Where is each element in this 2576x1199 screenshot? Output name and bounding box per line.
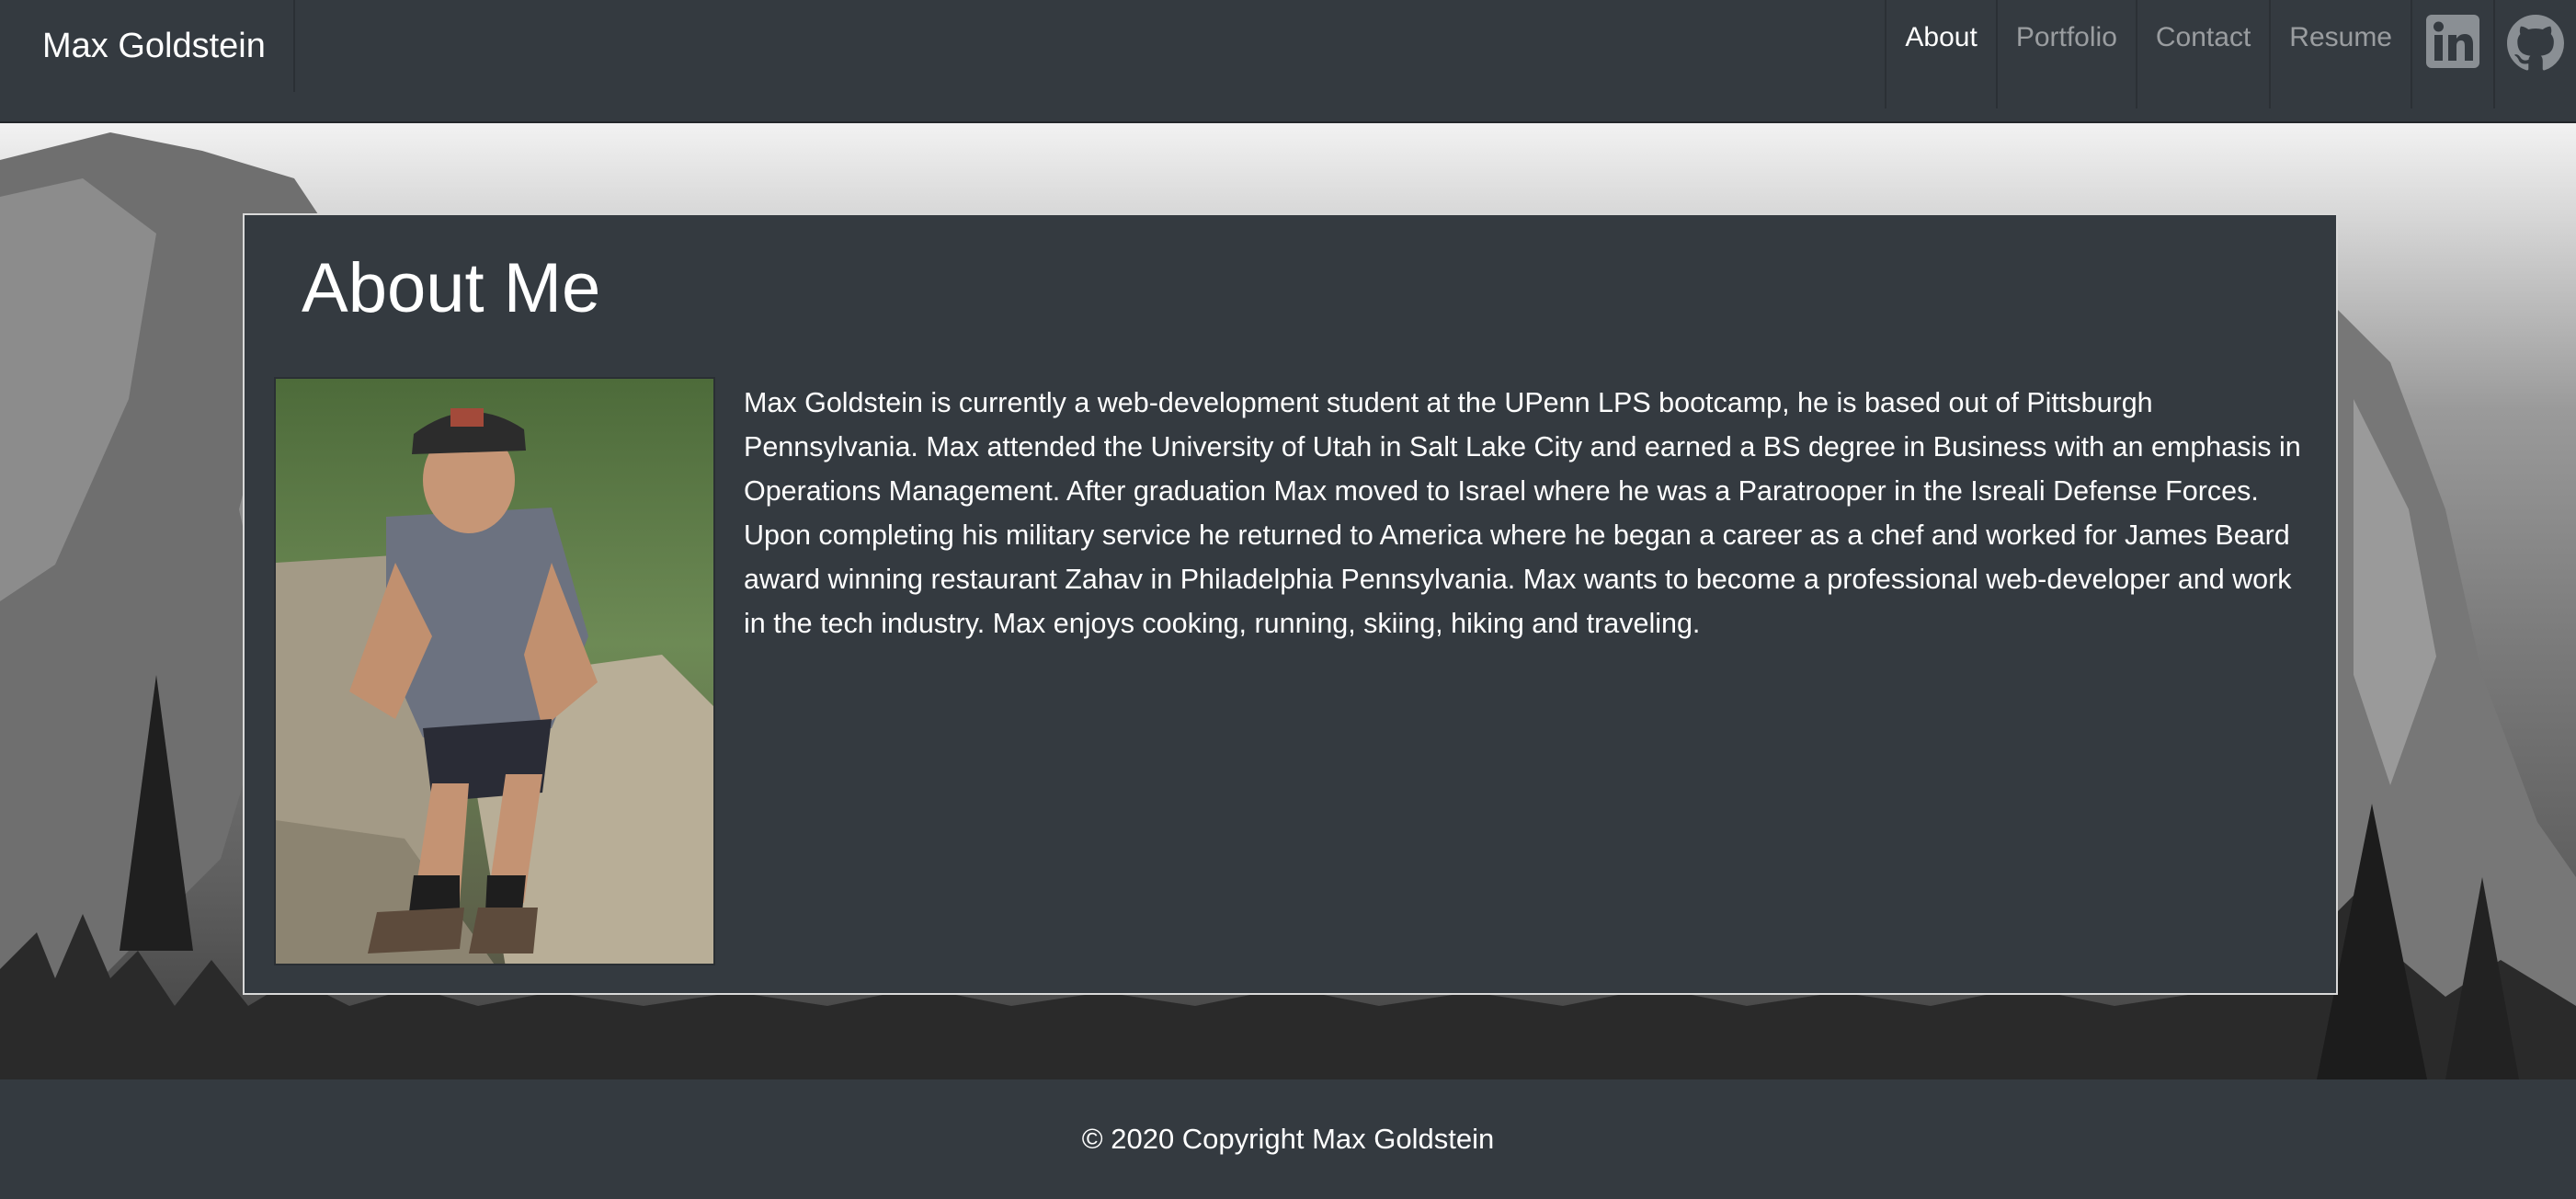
brand-link[interactable]: Max Goldstein bbox=[42, 0, 295, 92]
nav-links: About Portfolio Contact Resume bbox=[1885, 0, 2576, 108]
nav-link-portfolio[interactable]: Portfolio bbox=[1995, 0, 2136, 108]
copyright-text: © 2020 Copyright Max Goldstein bbox=[1081, 1123, 1495, 1155]
linkedin-link[interactable] bbox=[2411, 0, 2493, 108]
navbar: Max Goldstein About Portfolio Contact Re… bbox=[0, 0, 2576, 123]
github-icon bbox=[2507, 15, 2564, 71]
github-link[interactable] bbox=[2493, 0, 2576, 108]
profile-photo-image bbox=[276, 379, 713, 964]
about-card: About Me Max Goldstein is currently a we… bbox=[243, 213, 2338, 995]
profile-photo bbox=[274, 377, 715, 965]
nav-link-contact[interactable]: Contact bbox=[2135, 0, 2269, 108]
footer: © 2020 Copyright Max Goldstein bbox=[0, 1079, 2576, 1181]
nav-link-resume[interactable]: Resume bbox=[2269, 0, 2411, 108]
about-bio: Max Goldstein is currently a web-develop… bbox=[744, 387, 2301, 639]
linkedin-icon bbox=[2426, 15, 2479, 68]
nav-link-about[interactable]: About bbox=[1885, 0, 1995, 108]
about-title: About Me bbox=[302, 249, 601, 327]
